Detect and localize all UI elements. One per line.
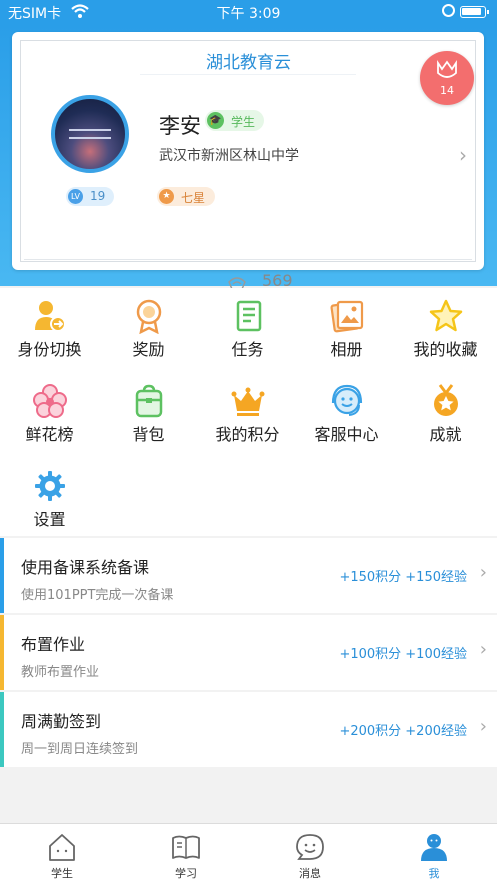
menu-item-album[interactable]: 相册 (297, 298, 396, 360)
task-title: 布置作业 (21, 635, 86, 654)
menu-item-settings[interactable]: 设置 (0, 468, 99, 530)
crown-icon (231, 387, 264, 416)
tab-messages[interactable]: 消息 (270, 832, 350, 881)
menu-item-award[interactable]: 奖励 (99, 298, 198, 360)
tulip-icon (437, 60, 457, 78)
menu-item-backpack[interactable]: 背包 (99, 383, 198, 445)
menu-label: 设置 (33, 510, 66, 529)
menu-label: 奖励 (132, 340, 165, 359)
menu-item-switch-identity[interactable]: 身份切换 (0, 298, 99, 360)
task-title: 周满勤签到 (21, 712, 102, 731)
menu-label: 鲜花榜 (25, 425, 74, 444)
tab-student[interactable]: 学生 (22, 832, 102, 881)
tab-me[interactable]: 我 (394, 832, 474, 881)
person-icon (421, 834, 447, 861)
task-accent-bar (0, 538, 4, 613)
chevron-right-icon: › (479, 639, 487, 660)
switch-identity-icon (34, 301, 66, 332)
gear-icon (34, 471, 65, 501)
menu-item-flower-ranking[interactable]: 鲜花榜 (0, 383, 99, 445)
tab-study[interactable]: 学习 (146, 832, 226, 881)
menu-item-task[interactable]: 任务 (198, 298, 297, 360)
menu-label: 任务 (231, 340, 264, 359)
task-reward: +200积分 +200经验 (339, 724, 467, 739)
task-reward: +100积分 +100经验 (339, 647, 467, 662)
menu-item-customer-service[interactable]: 客服中心 (297, 383, 396, 445)
task-reward: +150积分 +150经验 (339, 570, 467, 585)
menu-item-achievement[interactable]: 成就 (396, 383, 495, 445)
task-description: 使用101PPT完成一次备课 (21, 588, 174, 603)
bottom-tab-bar: 学生 学习 消息 我 (0, 823, 497, 883)
card-divider (24, 259, 472, 260)
tab-label: 学习 (175, 867, 197, 880)
flower-icon (32, 384, 67, 418)
task-title: 使用备课系统备课 (21, 558, 150, 577)
menu-label: 客服中心 (314, 425, 379, 444)
house-icon (49, 834, 75, 861)
menu-label: 背包 (132, 425, 165, 444)
feature-menu: 身份切换 奖励 任务 相册 我的收藏 鲜花榜 背包 我的积分 客服中心 成就 设… (0, 288, 497, 536)
flower-count-badge[interactable]: 14 (420, 51, 474, 105)
menu-label: 成就 (429, 425, 462, 444)
task-item[interactable]: 使用备课系统备课 使用101PPT完成一次备课 +150积分 +150经验 › (0, 538, 497, 613)
star-favorite-icon (429, 299, 462, 332)
task-description: 教师布置作业 (21, 665, 100, 680)
task-accent-bar (0, 615, 4, 690)
menu-label: 相册 (330, 340, 363, 359)
backpack-icon (135, 384, 162, 418)
chevron-right-icon: › (479, 562, 487, 583)
rotation-lock-icon (442, 4, 455, 17)
status-time: 下午 3:09 (216, 6, 281, 22)
customer-service-icon (331, 384, 362, 416)
task-list-icon (236, 300, 261, 332)
book-icon (172, 835, 200, 859)
tab-label: 我 (428, 867, 440, 880)
menu-item-points[interactable]: 我的积分 (198, 383, 297, 445)
status-bar: 无SIM卡 下午 3:09 (0, 0, 497, 24)
tab-label: 消息 (299, 867, 321, 880)
battery-icon (460, 6, 489, 18)
award-medal-icon (136, 299, 161, 334)
menu-item-favorites[interactable]: 我的收藏 (396, 298, 495, 360)
task-item[interactable]: 周满勤签到 周一到周日连续签到 +200积分 +200经验 › (0, 692, 497, 767)
task-item[interactable]: 布置作业 教师布置作业 +100积分 +100经验 › (0, 615, 497, 690)
task-description: 周一到周日连续签到 (21, 742, 139, 757)
achievement-medal-icon (433, 384, 458, 416)
photo-album-icon (329, 300, 363, 333)
chevron-right-icon: › (479, 716, 487, 737)
card-bottom-area: 569 (12, 32, 484, 290)
flower-count: 14 (440, 84, 454, 97)
menu-label: 身份切换 (17, 340, 82, 359)
tab-label: 学生 (51, 867, 73, 880)
menu-label: 我的收藏 (413, 340, 478, 359)
menu-label: 我的积分 (215, 425, 280, 444)
task-accent-bar (0, 692, 4, 767)
chat-bubble-icon (296, 834, 324, 860)
